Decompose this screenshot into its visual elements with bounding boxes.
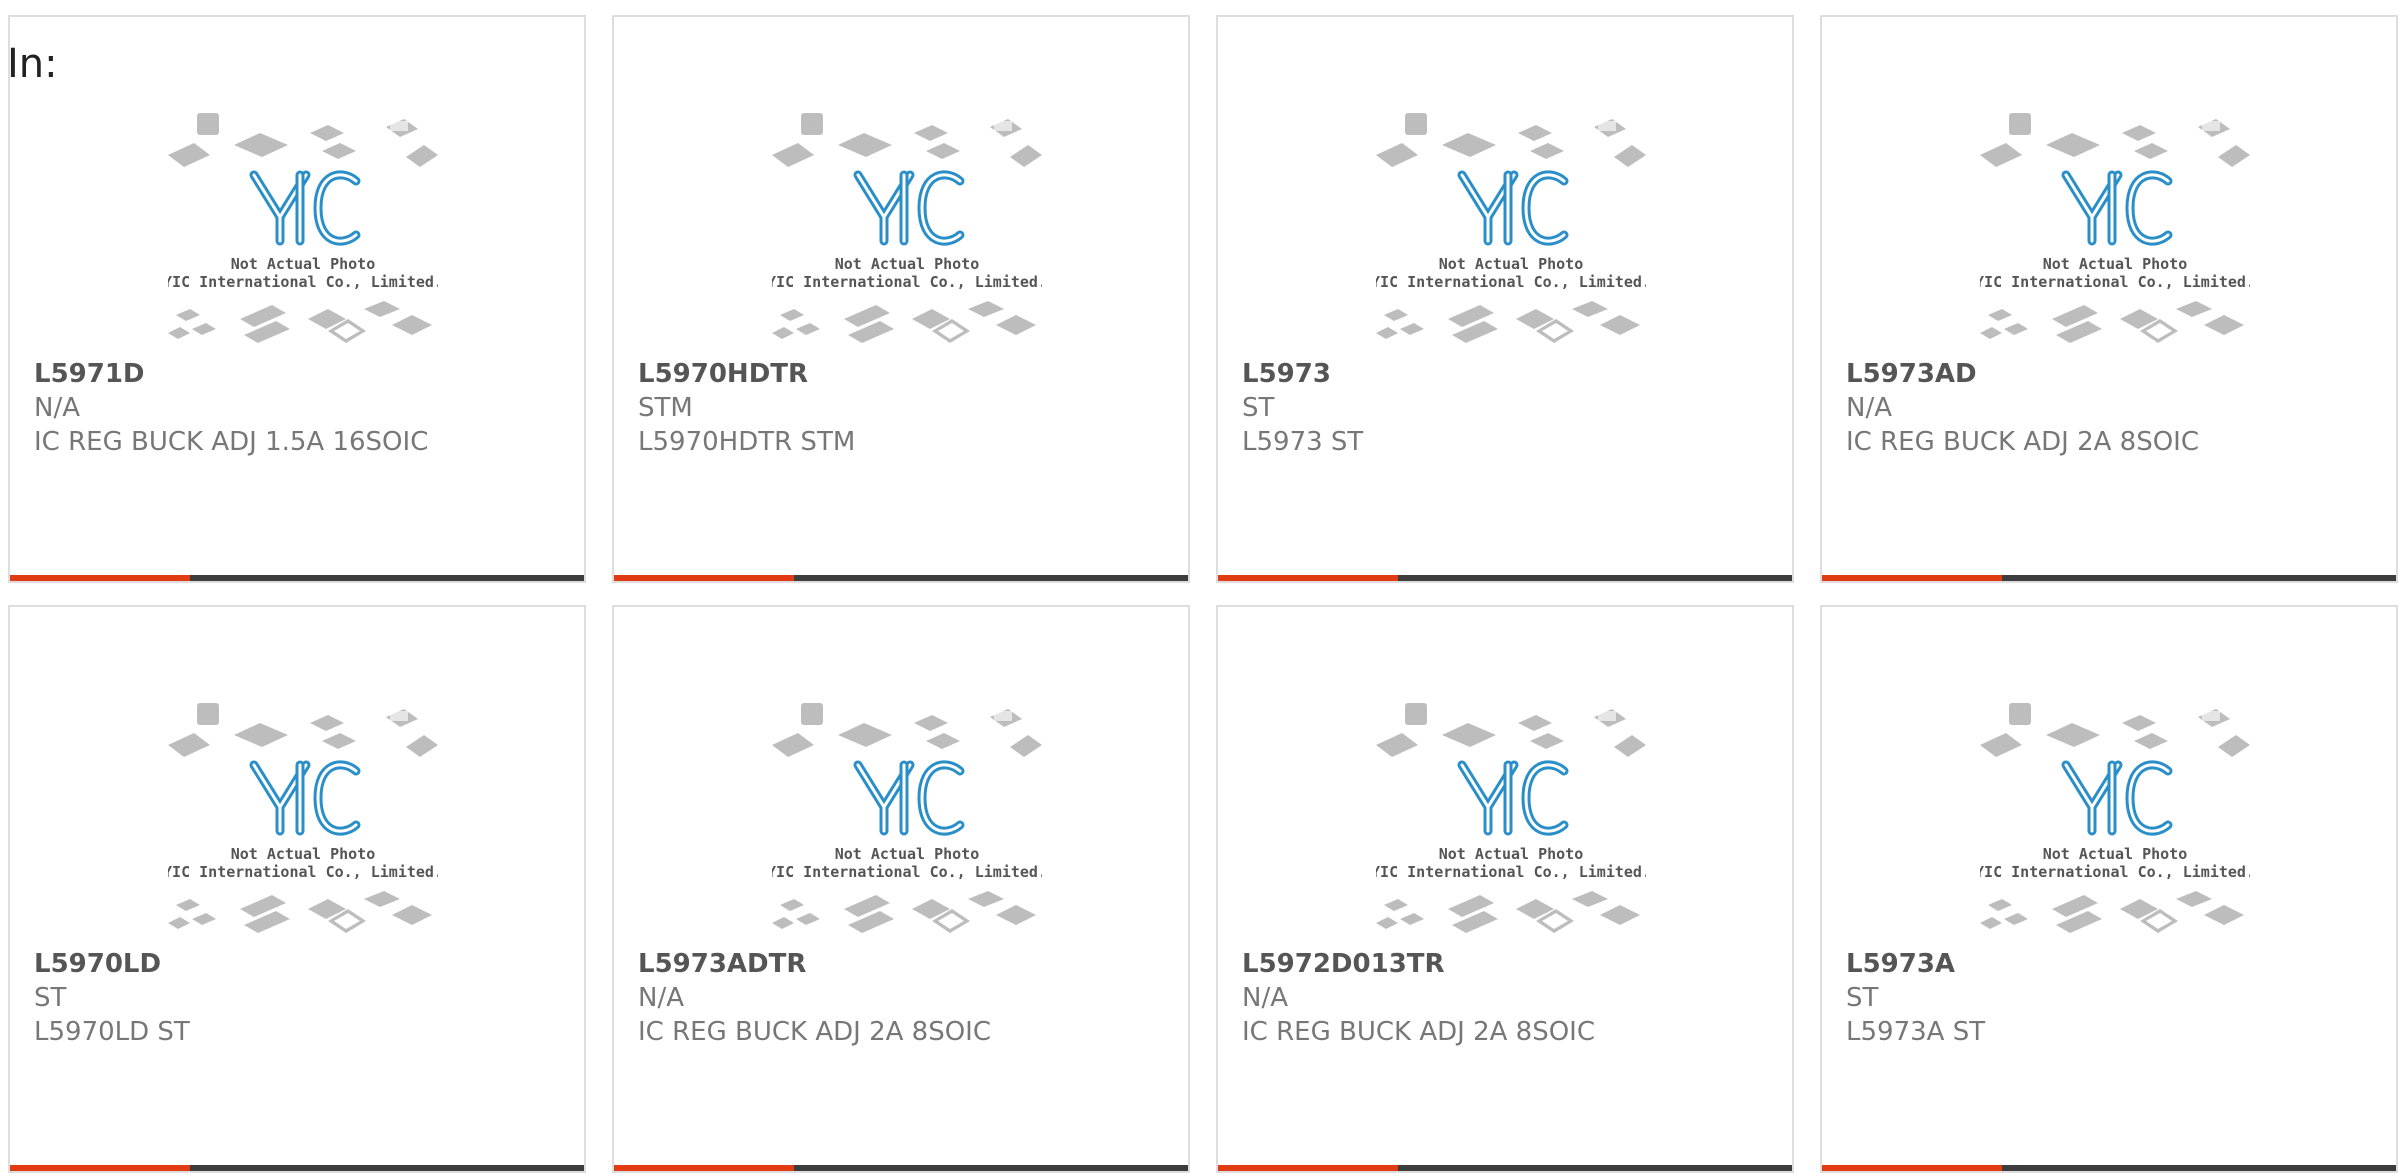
product-image-placeholder: Not Actual Photo YIC International Co., … bbox=[772, 113, 1042, 343]
placeholder-caption-1: Not Actual Photo bbox=[231, 255, 376, 273]
placeholder-caption-1: Not Actual Photo bbox=[835, 845, 980, 863]
placeholder-caption-2: YIC International Co., Limited. bbox=[1376, 863, 1646, 881]
manufacturer: N/A bbox=[638, 983, 684, 1013]
description: L5973 ST bbox=[1242, 427, 1364, 457]
placeholder-caption-1: Not Actual Photo bbox=[835, 255, 980, 273]
description: L5973A ST bbox=[1846, 1017, 1986, 1047]
placeholder-caption-2: YIC International Co., Limited. bbox=[772, 273, 1042, 291]
card-bar-accent bbox=[1822, 575, 2002, 581]
card-bottom-bar bbox=[614, 575, 1188, 581]
card-bar-accent bbox=[1218, 1165, 1398, 1171]
card-bar-accent bbox=[10, 575, 190, 581]
manufacturer: N/A bbox=[1242, 983, 1288, 1013]
card-bar-accent bbox=[10, 1165, 190, 1171]
product-image-placeholder: Not Actual Photo YIC International Co., … bbox=[1980, 703, 2250, 933]
part-number[interactable]: L5973ADTR bbox=[638, 947, 1172, 981]
product-card[interactable]: Not Actual Photo YIC International Co., … bbox=[1820, 15, 2398, 583]
product-info: L5973 ST L5973 ST bbox=[1242, 357, 1776, 459]
card-bottom-bar bbox=[10, 575, 584, 581]
placeholder-caption-1: Not Actual Photo bbox=[2043, 255, 2188, 273]
placeholder-caption-1: Not Actual Photo bbox=[1439, 845, 1584, 863]
product-info: L5973AD N/A IC REG BUCK ADJ 2A 8SOIC bbox=[1846, 357, 2380, 459]
placeholder-caption-2: YIC International Co., Limited. bbox=[1980, 273, 2250, 291]
product-image-placeholder: Not Actual Photo YIC International Co., … bbox=[1980, 113, 2250, 343]
card-bottom-bar bbox=[10, 1165, 584, 1171]
placeholder-caption-1: Not Actual Photo bbox=[2043, 845, 2188, 863]
product-image-placeholder: Not Actual Photo YIC International Co., … bbox=[168, 703, 438, 933]
product-info: L5973ADTR N/A IC REG BUCK ADJ 2A 8SOIC bbox=[638, 947, 1172, 1049]
card-bottom-bar bbox=[1218, 575, 1792, 581]
product-info: L5971D N/A IC REG BUCK ADJ 1.5A 16SOIC bbox=[34, 357, 568, 459]
manufacturer: ST bbox=[34, 983, 67, 1013]
product-card[interactable]: Not Actual Photo YIC International Co., … bbox=[1216, 15, 1794, 583]
description: IC REG BUCK ADJ 2A 8SOIC bbox=[1846, 427, 2199, 457]
part-number[interactable]: L5972D013TR bbox=[1242, 947, 1776, 981]
manufacturer: ST bbox=[1846, 983, 1879, 1013]
product-card[interactable]: Not Actual Photo YIC International Co., … bbox=[612, 15, 1190, 583]
placeholder-caption-1: Not Actual Photo bbox=[231, 845, 376, 863]
description: L5970LD ST bbox=[34, 1017, 190, 1047]
part-number[interactable]: L5970LD bbox=[34, 947, 568, 981]
product-card[interactable]: Not Actual Photo YIC International Co., … bbox=[612, 605, 1190, 1173]
product-info: L5970HDTR STM L5970HDTR STM bbox=[638, 357, 1172, 459]
description: IC REG BUCK ADJ 2A 8SOIC bbox=[638, 1017, 991, 1047]
description: IC REG BUCK ADJ 2A 8SOIC bbox=[1242, 1017, 1595, 1047]
product-image-placeholder: Not Actual Photo YIC International Co., … bbox=[1376, 703, 1646, 933]
part-number[interactable]: L5973A bbox=[1846, 947, 2380, 981]
description: L5970HDTR STM bbox=[638, 427, 856, 457]
card-bottom-bar bbox=[614, 1165, 1188, 1171]
placeholder-caption-1: Not Actual Photo bbox=[1439, 255, 1584, 273]
placeholder-caption-2: YIC International Co., Limited. bbox=[772, 863, 1042, 881]
product-info: L5970LD ST L5970LD ST bbox=[34, 947, 568, 1049]
card-bar-accent bbox=[1218, 575, 1398, 581]
product-card[interactable]: Not Actual Photo YIC International Co., … bbox=[8, 605, 586, 1173]
product-grid: Not Actual Photo YIC International Co., … bbox=[8, 15, 2400, 1173]
card-bottom-bar bbox=[1822, 575, 2396, 581]
placeholder-caption-2: YIC International Co., Limited. bbox=[1980, 863, 2250, 881]
product-card[interactable]: Not Actual Photo YIC International Co., … bbox=[8, 15, 586, 583]
placeholder-caption-2: YIC International Co., Limited. bbox=[168, 273, 438, 291]
card-bar-accent bbox=[614, 1165, 794, 1171]
product-info: L5973A ST L5973A ST bbox=[1846, 947, 2380, 1049]
part-number[interactable]: L5973AD bbox=[1846, 357, 2380, 391]
manufacturer: ST bbox=[1242, 393, 1275, 423]
description: IC REG BUCK ADJ 1.5A 16SOIC bbox=[34, 427, 429, 457]
part-number[interactable]: L5970HDTR bbox=[638, 357, 1172, 391]
card-bottom-bar bbox=[1822, 1165, 2396, 1171]
product-image-placeholder: Not Actual Photo YIC International Co., … bbox=[772, 703, 1042, 933]
filter-label: In: bbox=[7, 41, 58, 87]
product-image-placeholder: Not Actual Photo YIC International Co., … bbox=[1376, 113, 1646, 343]
card-bar-accent bbox=[614, 575, 794, 581]
product-image-placeholder: Not Actual Photo YIC International Co., … bbox=[168, 113, 438, 343]
manufacturer: N/A bbox=[34, 393, 80, 423]
product-info: L5972D013TR N/A IC REG BUCK ADJ 2A 8SOIC bbox=[1242, 947, 1776, 1049]
manufacturer: N/A bbox=[1846, 393, 1892, 423]
placeholder-caption-2: YIC International Co., Limited. bbox=[168, 863, 438, 881]
card-bottom-bar bbox=[1218, 1165, 1792, 1171]
product-card[interactable]: Not Actual Photo YIC International Co., … bbox=[1216, 605, 1794, 1173]
placeholder-caption-2: YIC International Co., Limited. bbox=[1376, 273, 1646, 291]
manufacturer: STM bbox=[638, 393, 693, 423]
part-number[interactable]: L5973 bbox=[1242, 357, 1776, 391]
card-bar-accent bbox=[1822, 1165, 2002, 1171]
product-card[interactable]: Not Actual Photo YIC International Co., … bbox=[1820, 605, 2398, 1173]
part-number[interactable]: L5971D bbox=[34, 357, 568, 391]
